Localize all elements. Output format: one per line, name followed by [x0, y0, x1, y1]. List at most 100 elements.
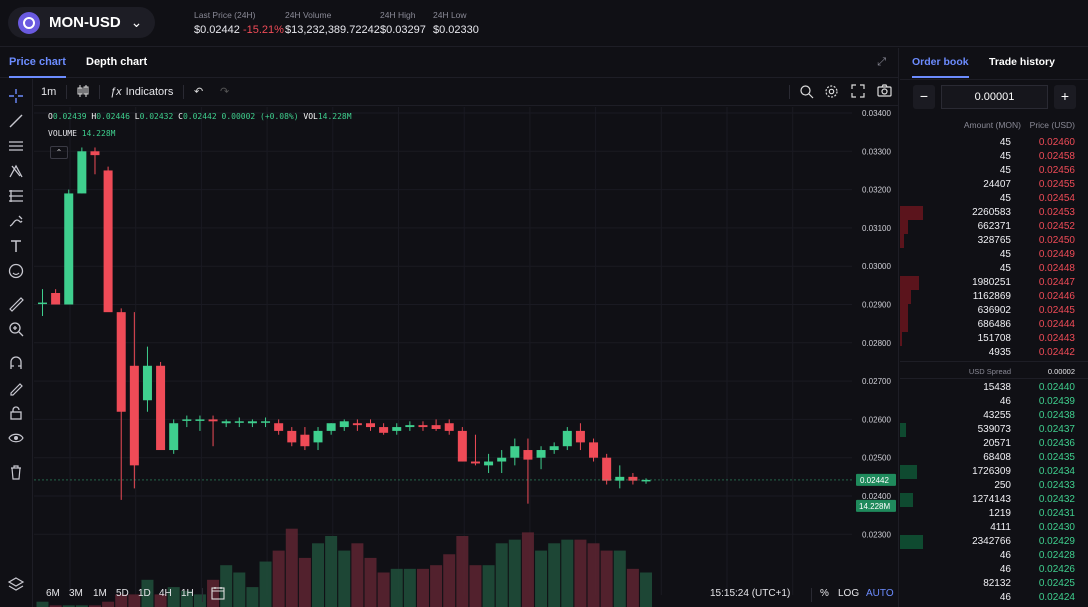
range-5d[interactable]: 5D [116, 588, 129, 599]
ask-row[interactable]: 4935 0.02442 [900, 346, 1088, 360]
range-3m[interactable]: 3M [69, 588, 83, 599]
camera-icon[interactable] [877, 84, 892, 101]
fib-retracement-icon[interactable] [7, 187, 25, 205]
percent-toggle[interactable]: % [820, 588, 829, 599]
ask-row[interactable]: 328765 0.02450 [900, 234, 1088, 248]
fullscreen-icon[interactable] [851, 84, 865, 101]
layers-icon[interactable] [7, 575, 25, 593]
tick-size-input[interactable] [941, 85, 1048, 109]
bid-row[interactable]: 1726309 0.02434 [900, 465, 1088, 479]
candlestick-chart[interactable]: 14:3514:4014:4514:5014:5515:0015:0515:10… [34, 107, 900, 607]
redo-icon[interactable]: ↷ [220, 84, 229, 101]
range-1h[interactable]: 1H [181, 588, 194, 599]
ruler-icon[interactable] [7, 295, 25, 313]
ask-row[interactable]: 45 0.02449 [900, 248, 1088, 262]
bid-row[interactable]: 539073 0.02437 [900, 423, 1088, 437]
range-6m[interactable]: 6M [46, 588, 60, 599]
drawing-tools [0, 79, 33, 607]
text-icon[interactable] [7, 237, 25, 255]
spread-label: USD Spread [968, 367, 1011, 376]
ask-row[interactable]: 24407 0.02455 [900, 178, 1088, 192]
price-plot[interactable]: 14:3514:4014:4514:5014:5515:0015:0515:10… [34, 107, 900, 607]
bid-row[interactable]: 46 0.02439 [900, 395, 1088, 409]
calendar-icon[interactable] [211, 586, 225, 603]
bid-row[interactable]: 4111 0.02430 [900, 521, 1088, 535]
bid-row[interactable]: 68408 0.02435 [900, 451, 1088, 465]
candle-body [484, 461, 494, 466]
candle-body [431, 425, 441, 429]
bid-row[interactable]: 20571 0.02436 [900, 437, 1088, 451]
low-value: $0.02330 [433, 24, 479, 36]
bid-row[interactable]: 1274143 0.02432 [900, 493, 1088, 507]
candle-body [379, 427, 389, 433]
amount-cell: 45 [999, 151, 1011, 162]
bid-row[interactable]: 250 0.02433 [900, 479, 1088, 493]
amount-cell: 1726309 [972, 466, 1011, 477]
ask-row[interactable]: 636902 0.02445 [900, 304, 1088, 318]
magnet-icon[interactable] [7, 354, 25, 372]
ask-row[interactable]: 45 0.02456 [900, 164, 1088, 178]
ask-row[interactable]: 45 0.02454 [900, 192, 1088, 206]
amount-cell: 46 [999, 592, 1011, 603]
trend-line-icon[interactable] [7, 112, 25, 130]
bid-row[interactable]: 43255 0.02438 [900, 409, 1088, 423]
eye-icon[interactable] [7, 429, 25, 447]
trash-icon[interactable] [7, 463, 25, 481]
ask-row[interactable]: 1162869 0.02446 [900, 290, 1088, 304]
indicators-button[interactable]: ƒx Indicators [110, 84, 173, 101]
tab-depth-chart[interactable]: Depth chart [86, 48, 147, 78]
y-tick-label: 0.03200 [862, 186, 891, 195]
candle-body [116, 312, 126, 412]
last-price-label: Last Price (24H) [194, 10, 256, 20]
volume-study-label: VOLUME [48, 129, 77, 138]
bid-row[interactable]: 46 0.02424 [900, 591, 1088, 605]
ask-row[interactable]: 45 0.02448 [900, 262, 1088, 276]
ask-row[interactable]: 45 0.02460 [900, 136, 1088, 150]
crosshair-icon[interactable] [7, 87, 25, 105]
log-toggle[interactable]: LOG [838, 588, 859, 599]
bid-row[interactable]: 1219 0.02431 [900, 507, 1088, 521]
vol-value: 14.228M [317, 112, 352, 121]
pair-selector[interactable]: MON-USD ⌄ [8, 7, 155, 38]
collapse-legend-icon[interactable]: ⌃ [50, 146, 68, 159]
bid-row[interactable]: 15438 0.02440 [900, 381, 1088, 395]
settings-gear-icon[interactable] [824, 84, 839, 101]
quick-search-icon[interactable] [799, 84, 814, 101]
depth-bar [900, 535, 923, 549]
ask-row[interactable]: 2260583 0.02453 [900, 206, 1088, 220]
clock-display[interactable]: 15:15:24 (UTC+1) [710, 588, 790, 599]
range-1m[interactable]: 1M [93, 588, 107, 599]
candle-body [457, 430, 467, 462]
range-4h[interactable]: 4H [159, 588, 172, 599]
pitchfork-icon[interactable] [7, 162, 25, 180]
tab-price-chart[interactable]: Price chart [9, 48, 66, 78]
range-1d[interactable]: 1D [138, 588, 151, 599]
bid-row[interactable]: 46 0.02426 [900, 563, 1088, 577]
lock-icon[interactable] [7, 404, 25, 422]
interval-selector[interactable]: 1m [41, 84, 56, 101]
emoji-icon[interactable] [7, 262, 25, 280]
auto-toggle[interactable]: AUTO [866, 588, 894, 599]
bid-row[interactable]: 82132 0.02425 [900, 577, 1088, 591]
brush-icon[interactable] [7, 212, 25, 230]
zoom-in-icon[interactable] [7, 320, 25, 338]
ask-row[interactable]: 151708 0.02443 [900, 332, 1088, 346]
decrease-tick-button[interactable]: − [913, 85, 935, 109]
undo-icon[interactable]: ↶ [194, 84, 203, 101]
ask-row[interactable]: 686486 0.02444 [900, 318, 1088, 332]
horizontal-lines-icon[interactable] [7, 137, 25, 155]
ask-row[interactable]: 662371 0.02452 [900, 220, 1088, 234]
tab-order-book[interactable]: Order book [912, 48, 969, 78]
ask-row[interactable]: 1980251 0.02447 [900, 276, 1088, 290]
bid-row[interactable]: 2342766 0.02429 [900, 535, 1088, 549]
lock-drawing-icon[interactable] [7, 379, 25, 397]
bid-row[interactable]: 46 0.02428 [900, 549, 1088, 563]
tab-trade-history[interactable]: Trade history [989, 48, 1055, 78]
depth-bar [900, 290, 912, 304]
candle-type-icon[interactable] [76, 84, 90, 101]
expand-icon[interactable]: ⤢ [877, 56, 886, 69]
increase-tick-button[interactable]: + [1054, 85, 1076, 109]
candle-body [64, 193, 74, 305]
amount-cell: 43255 [983, 410, 1011, 421]
ask-row[interactable]: 45 0.02458 [900, 150, 1088, 164]
